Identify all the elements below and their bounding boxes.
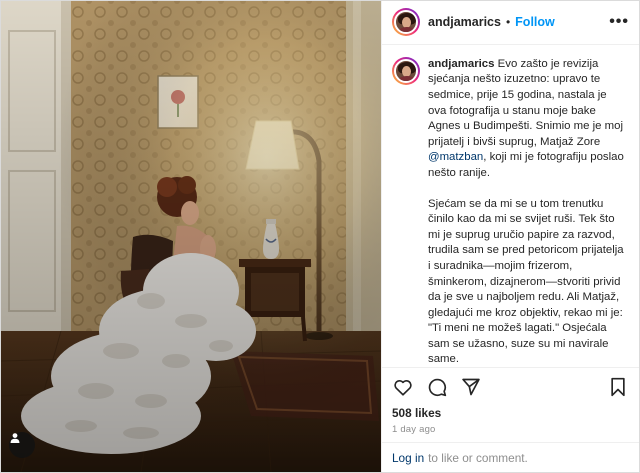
login-prompt: Log in to like or comment. xyxy=(382,442,639,472)
avatar-image xyxy=(394,58,418,83)
caption-avatar[interactable] xyxy=(392,56,420,85)
heart-icon[interactable] xyxy=(392,376,414,398)
username-link[interactable]: andjamarics xyxy=(428,15,501,29)
instagram-post: andjamarics • Follow ••• andjamarics Evo… xyxy=(0,0,640,473)
caption-area: andjamarics Evo zašto je revizija sjećan… xyxy=(382,45,639,367)
paper-plane-icon[interactable] xyxy=(460,376,482,398)
likes-count[interactable]: 508 likes xyxy=(382,406,639,422)
follow-button[interactable]: Follow xyxy=(515,15,555,29)
login-link[interactable]: Log in xyxy=(392,451,424,465)
mention-link[interactable]: @matzban xyxy=(428,151,483,163)
caption-text: andjamarics Evo zašto je revizija sjećan… xyxy=(428,57,628,367)
caption-paragraph-1: andjamarics Evo zašto je revizija sjećan… xyxy=(428,57,628,182)
comment-icon[interactable] xyxy=(426,376,448,398)
post-header: andjamarics • Follow ••• xyxy=(382,1,639,45)
caption-username[interactable]: andjamarics xyxy=(428,58,494,70)
separator-dot: • xyxy=(505,15,511,30)
bookmark-icon[interactable] xyxy=(607,376,629,398)
more-options-icon[interactable]: ••• xyxy=(609,13,629,31)
action-bar xyxy=(382,366,639,407)
caption-paragraph-2: Sjećam se da mi se u tom trenutku činilo… xyxy=(428,197,624,366)
post-photo[interactable] xyxy=(1,1,381,472)
photo-illustration xyxy=(1,1,381,472)
post-timestamp[interactable]: 1 day ago xyxy=(382,422,639,442)
post-side-panel: andjamarics • Follow ••• andjamarics Evo… xyxy=(381,1,639,472)
caption-text-part: Evo zašto je revizija sjećanja nešto izu… xyxy=(428,57,623,148)
avatar[interactable] xyxy=(392,8,420,37)
avatar-image xyxy=(394,10,418,35)
login-prompt-text: to like or comment. xyxy=(428,450,528,465)
tagged-people-button[interactable] xyxy=(9,432,35,458)
